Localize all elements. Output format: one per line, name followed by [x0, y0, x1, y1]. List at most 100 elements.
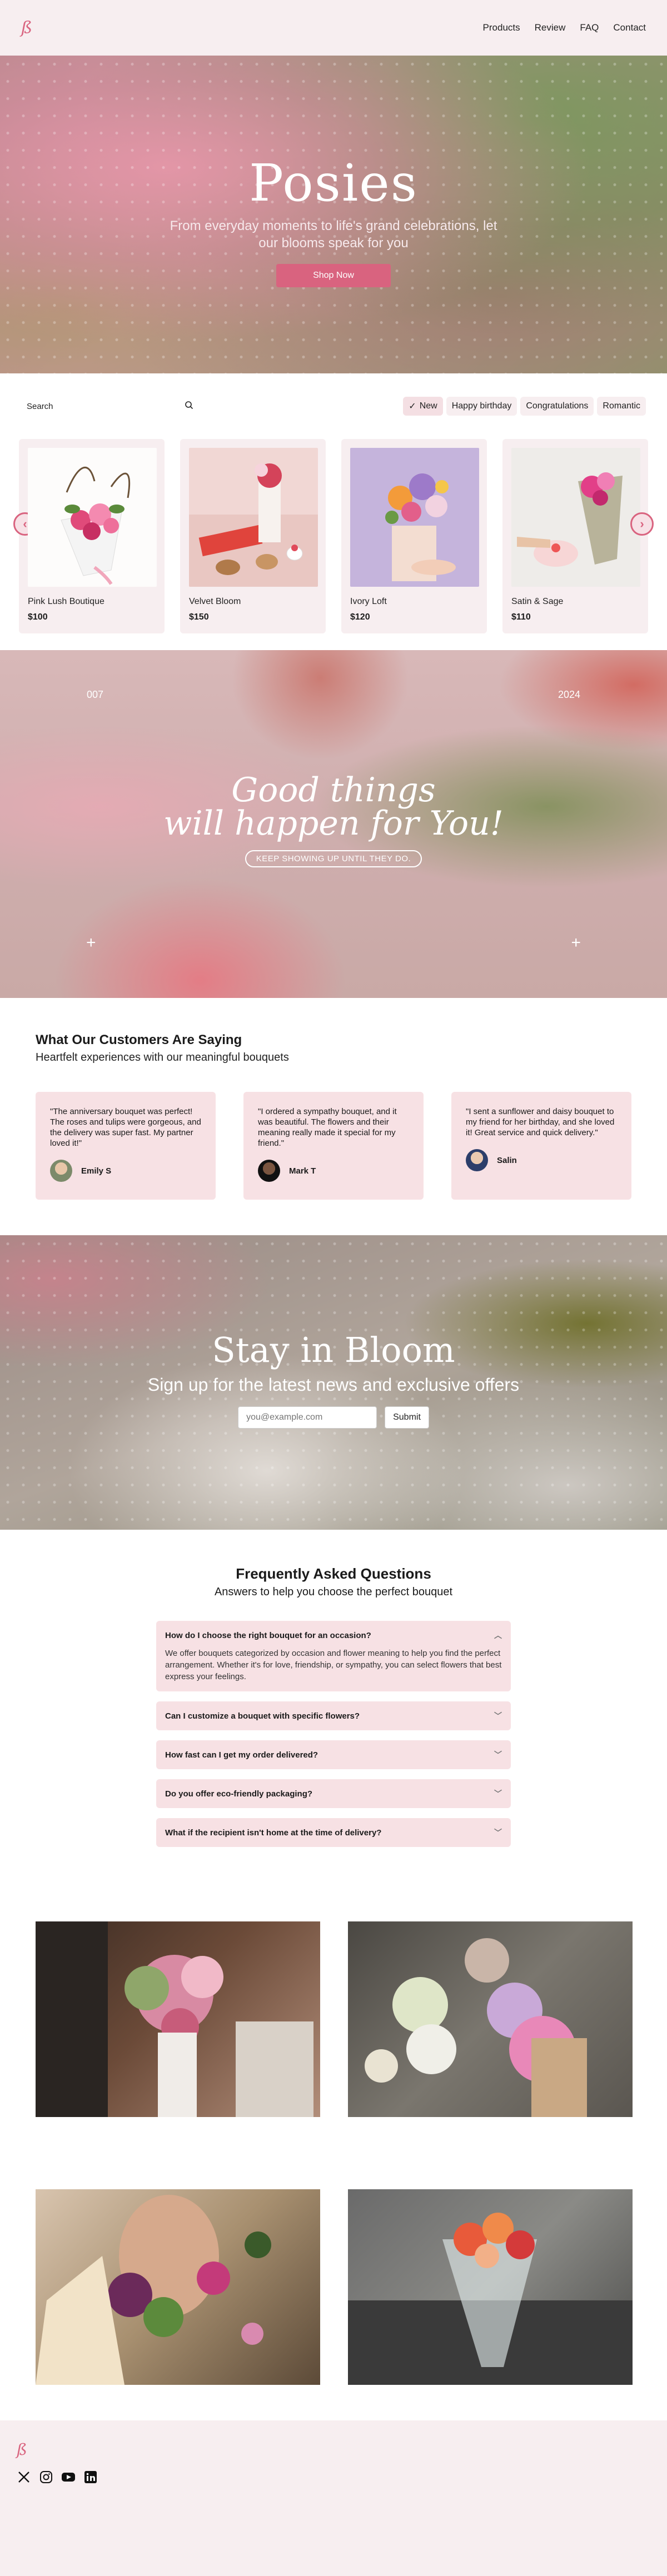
nav-products[interactable]: Products — [483, 22, 520, 33]
product-image — [189, 448, 318, 587]
testimonials-title: What Our Customers Are Saying — [36, 1032, 242, 1047]
hero-subtitle: From everyday moments to life's grand ce… — [170, 218, 497, 251]
check-icon: ✓ — [409, 402, 416, 411]
social-links — [17, 2470, 650, 2484]
product-price: $100 — [28, 612, 48, 622]
carousel-next-button[interactable]: › — [630, 512, 654, 536]
plus-icon: + — [571, 933, 581, 952]
email-field[interactable] — [238, 1406, 377, 1429]
faq-question[interactable]: What if the recipient isn't home at the … — [165, 1827, 502, 1838]
photo-gallery — [0, 1893, 667, 2385]
faq-question-text: What if the recipient isn't home at the … — [165, 1828, 382, 1838]
nav-contact[interactable]: Contact — [613, 22, 646, 33]
footer-logo[interactable]: ß — [17, 2440, 650, 2459]
chip-congratulations[interactable]: Congratulations — [520, 397, 594, 416]
testimonials-section: What Our Customers Are Saying Heartfelt … — [0, 998, 667, 1235]
faq-section: Frequently Asked Questions Answers to he… — [0, 1530, 667, 1893]
faq-question[interactable]: How fast can I get my order delivered? ﹀ — [165, 1749, 502, 1760]
product-card[interactable]: Ivory Loft $120 — [341, 439, 487, 633]
chip-romantic[interactable]: Romantic — [597, 397, 646, 416]
testimonial-author: Salin — [466, 1149, 617, 1171]
chevron-left-icon: ‹ — [23, 517, 27, 531]
faq-question-text: How fast can I get my order delivered? — [165, 1750, 318, 1760]
product-card[interactable]: Velvet Bloom $150 — [180, 439, 326, 633]
main-nav: Products Review FAQ Contact — [483, 22, 646, 33]
chip-new[interactable]: ✓ New — [403, 397, 443, 416]
chip-label: New — [419, 401, 437, 411]
testimonial-author: Mark T — [258, 1160, 409, 1182]
faq-item[interactable]: How do I choose the right bouquet for an… — [156, 1621, 511, 1691]
faq-item[interactable]: What if the recipient isn't home at the … — [156, 1818, 511, 1847]
testimonial-card: "I sent a sunflower and daisy bouquet to… — [451, 1092, 631, 1200]
nav-faq[interactable]: FAQ — [580, 22, 599, 33]
category-chips: ✓ New Happy birthday Congratulations Rom… — [403, 397, 646, 416]
quote-tagline: KEEP SHOWING UP UNTIL THEY DO. — [245, 850, 422, 867]
product-price: $120 — [350, 612, 370, 622]
gallery-photo — [36, 2189, 320, 2385]
hero-title: Posies — [249, 153, 418, 213]
product-name: Satin & Sage — [511, 597, 564, 606]
testimonial-list: "The anniversary bouquet was perfect! Th… — [36, 1092, 631, 1200]
product-image — [511, 448, 640, 587]
quote-banner: 007 2024 Good things will happen for You… — [0, 650, 667, 998]
instagram-icon[interactable] — [39, 2470, 53, 2484]
chevron-right-icon: › — [640, 517, 644, 531]
avatar — [258, 1160, 280, 1182]
product-image — [28, 448, 157, 587]
product-card[interactable]: Pink Lush Boutique $100 — [19, 439, 165, 633]
site-header: ß Products Review FAQ Contact — [0, 0, 667, 56]
testimonials-subtitle: Heartfelt experiences with our meaningfu… — [36, 1051, 289, 1064]
gallery-photo — [348, 1921, 633, 2117]
author-name: Salin — [497, 1155, 517, 1165]
newsletter-title: Stay in Bloom — [212, 1330, 455, 1370]
faq-item[interactable]: How fast can I get my order delivered? ﹀ — [156, 1740, 511, 1769]
newsletter-section: Stay in Bloom Sign up for the latest new… — [0, 1235, 667, 1530]
testimonial-card: "The anniversary bouquet was perfect! Th… — [36, 1092, 216, 1200]
product-name: Velvet Bloom — [189, 597, 241, 606]
faq-question[interactable]: Do you offer eco-friendly packaging? ﹀ — [165, 1788, 502, 1799]
filter-bar: Search ✓ New Happy birthday Congratulati… — [0, 373, 667, 439]
chevron-up-icon: ︿ — [494, 1631, 502, 1640]
shop-now-button[interactable]: Shop Now — [276, 263, 391, 287]
avatar — [50, 1160, 72, 1182]
hero-content: Posies From everyday moments to life's g… — [161, 153, 506, 287]
submit-button[interactable]: Submit — [385, 1406, 429, 1429]
gallery-photo — [348, 2189, 633, 2385]
quote-line-2: will happen for You! — [163, 804, 504, 843]
quote-line-1: Good things — [231, 771, 436, 810]
faq-item[interactable]: Do you offer eco-friendly packaging? ﹀ — [156, 1779, 511, 1808]
search-box[interactable]: Search — [21, 394, 199, 418]
search-icon[interactable] — [185, 401, 193, 412]
testimonial-author: Emily S — [50, 1160, 201, 1182]
faq-answer: We offer bouquets categorized by occasio… — [165, 1649, 502, 1681]
product-card[interactable]: Satin & Sage $110 — [502, 439, 648, 633]
testimonial-text: "The anniversary bouquet was perfect! Th… — [50, 1107, 201, 1148]
faq-item[interactable]: Can I customize a bouquet with specific … — [156, 1701, 511, 1730]
product-name: Pink Lush Boutique — [28, 597, 104, 606]
banner-number-right: 2024 — [558, 689, 580, 700]
youtube-icon[interactable] — [61, 2470, 76, 2484]
nav-review[interactable]: Review — [535, 22, 566, 33]
faq-question[interactable]: Can I customize a bouquet with specific … — [165, 1710, 502, 1721]
newsletter-subtitle: Sign up for the latest news and exclusiv… — [147, 1375, 520, 1395]
faq-question-text: Can I customize a bouquet with specific … — [165, 1711, 360, 1721]
product-price: $110 — [511, 612, 531, 622]
author-name: Emily S — [81, 1166, 112, 1176]
linkedin-icon[interactable] — [83, 2470, 98, 2484]
chevron-down-icon: ﹀ — [494, 1789, 502, 1798]
avatar — [466, 1149, 488, 1171]
author-name: Mark T — [289, 1166, 316, 1176]
product-list: Pink Lush Boutique $100 Velvet Bloom $15… — [19, 439, 648, 633]
banner-number-left: 007 — [87, 689, 104, 700]
faq-title: Frequently Asked Questions — [236, 1565, 431, 1582]
hero-banner: Posies From everyday moments to life's g… — [0, 56, 667, 373]
site-footer: ß — [0, 2420, 667, 2576]
plus-icon: + — [86, 933, 96, 952]
faq-question-text: How do I choose the right bouquet for an… — [165, 1630, 371, 1640]
product-image — [350, 448, 479, 587]
brand-logo[interactable]: ß — [21, 18, 32, 38]
faq-question[interactable]: How do I choose the right bouquet for an… — [165, 1630, 502, 1641]
chip-happy-birthday[interactable]: Happy birthday — [446, 397, 517, 416]
x-icon[interactable] — [17, 2470, 31, 2484]
gallery-photo — [36, 1921, 320, 2117]
